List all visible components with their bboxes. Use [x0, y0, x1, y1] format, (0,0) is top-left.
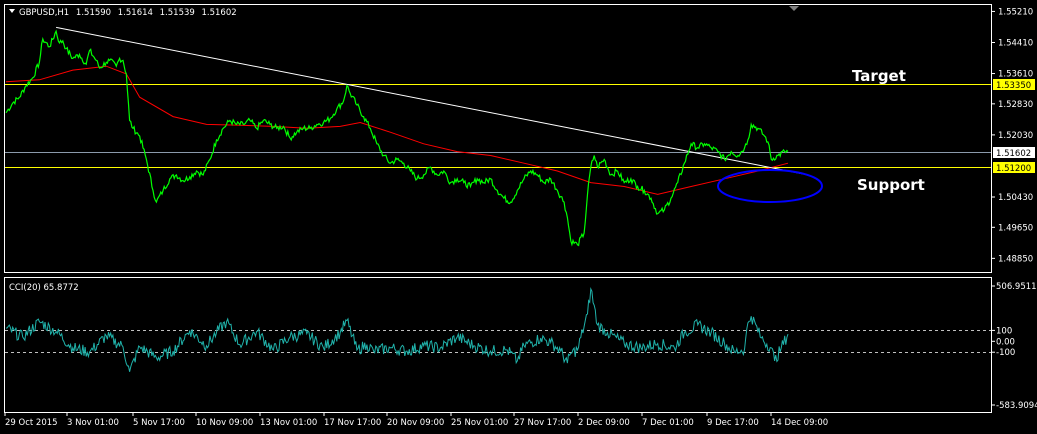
- time-tick-label-12: 14 Dec 09:00: [771, 418, 828, 428]
- trading-chart[interactable]: 1.53350 1.51200 1.51602 1.55210 1.54410 1.53…: [0, 0, 1037, 434]
- time-tick-label-4: 13 Nov 01:00: [260, 418, 317, 428]
- hline-label-1: 1.51200: [996, 164, 1031, 174]
- price-tick-label-3: 1.52830: [998, 100, 1033, 110]
- price-tick-label-1: 1.54410: [998, 38, 1033, 48]
- hline-label-0: 1.53350: [996, 81, 1031, 91]
- price-tick-label-0: 1.55210: [998, 7, 1033, 17]
- cci-tick-label-4: -583.9094: [996, 401, 1037, 411]
- time-tick-label-6: 20 Nov 09:00: [387, 418, 444, 428]
- chart-background: [0, 0, 1037, 434]
- time-tick-label-9: 2 Dec 09:00: [578, 418, 630, 428]
- ohlc-close: 1.51602: [202, 8, 237, 18]
- cci-tick-label-0: 506.9511: [996, 282, 1037, 292]
- time-tick-label-5: 17 Nov 17:00: [324, 418, 381, 428]
- chart-header: GBPUSD,H1 1.51590 1.51614 1.51539 1.5160…: [19, 8, 237, 18]
- time-tick-label-3: 10 Nov 09:00: [196, 418, 253, 428]
- cci-tick-label-1: 100: [996, 326, 1012, 336]
- hline-label-2: 1.51602: [996, 149, 1031, 159]
- target-annotation: Target: [852, 67, 906, 85]
- time-tick-label-2: 5 Nov 17:00: [133, 418, 185, 428]
- symbol-label: GBPUSD,H1: [19, 8, 69, 18]
- price-tick-label-5: 1.50430: [998, 193, 1033, 203]
- time-tick-label-0: 29 Oct 2015: [5, 418, 58, 428]
- price-tick-label-7: 1.48850: [998, 254, 1033, 264]
- time-tick-label-7: 25 Nov 01:00: [451, 418, 508, 428]
- price-tick-label-2: 1.53610: [998, 70, 1033, 80]
- time-tick-label-8: 27 Nov 17:00: [514, 418, 571, 428]
- ohlc-open: 1.51590: [76, 8, 111, 18]
- ohlc-low: 1.51539: [160, 8, 195, 18]
- time-tick-label-11: 9 Dec 17:00: [707, 418, 759, 428]
- support-annotation: Support: [857, 176, 925, 194]
- price-axis-ticks: 1.55210 1.54410 1.53610 1.52830 1.52030 1.504…: [991, 7, 1033, 264]
- time-tick-label-1: 3 Nov 01:00: [67, 418, 119, 428]
- cci-tick-label-3: -100: [996, 348, 1015, 358]
- time-tick-label-10: 7 Dec 01:00: [642, 418, 694, 428]
- price-tick-label-4: 1.52030: [998, 131, 1033, 141]
- ohlc-high: 1.51614: [118, 8, 153, 18]
- cci-title: CCI(20) 65.8772: [9, 283, 79, 293]
- cci-tick-label-2: 0.00: [996, 337, 1015, 347]
- price-tick-label-6: 1.49650: [998, 223, 1033, 233]
